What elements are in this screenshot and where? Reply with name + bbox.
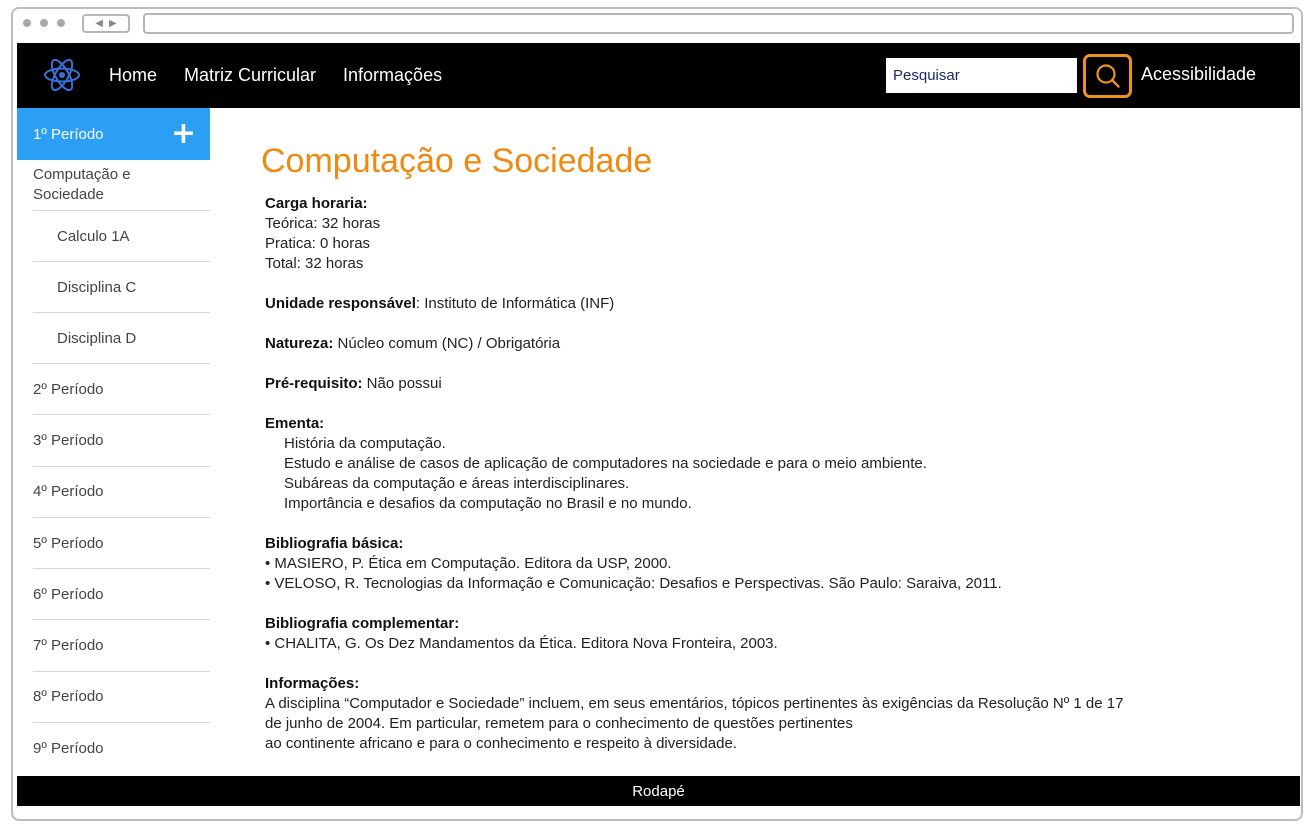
informacoes-line: ao continente africano e para o conhecim… [265, 735, 737, 752]
sidebar-period-6[interactable]: 6º Período [33, 569, 210, 621]
nav-informacoes[interactable]: Informações [343, 65, 442, 86]
sidebar-period-8[interactable]: 8º Período [33, 672, 210, 724]
prereq-label: Pré-requisito: [265, 375, 363, 392]
bibliografia-basica-item: • MASIERO, P. Ética em Computação. Edito… [265, 555, 672, 572]
sidebar-item-label: Disciplina D [57, 329, 137, 347]
carga-label: Carga horaria: [265, 195, 368, 212]
browser-window: ◀ ▶ Home Matriz Curricular Informações A [11, 7, 1303, 821]
top-navbar: Home Matriz Curricular Informações Acess… [17, 43, 1300, 108]
sidebar: 1º Período + Computação e Sociedade Calc… [17, 108, 210, 774]
sidebar-period-9[interactable]: 9º Período [33, 723, 210, 774]
sidebar-period-label: 1º Período [33, 125, 104, 143]
sidebar-period-7[interactable]: 7º Período [33, 620, 210, 672]
atom-logo-icon[interactable] [41, 55, 83, 95]
sidebar-period-1[interactable]: 1º Período + [17, 108, 210, 160]
informacoes-label: Informações: [265, 675, 360, 692]
prereq-row: Pré-requisito: Não possui [265, 374, 1265, 394]
unidade-label: Unidade responsável [265, 295, 416, 312]
sidebar-period-3[interactable]: 3º Período [33, 415, 210, 467]
window-dot[interactable] [57, 19, 65, 27]
sidebar-item-computacao-e-sociedade[interactable]: Computação e Sociedade [33, 160, 210, 211]
accessibility-link[interactable]: Acessibilidade [1141, 64, 1256, 85]
window-dot[interactable] [40, 19, 48, 27]
bibliografia-basica-label: Bibliografia básica: [265, 535, 404, 552]
back-forward-buttons[interactable]: ◀ ▶ [82, 14, 130, 33]
search-button[interactable] [1083, 54, 1132, 98]
carga-line: Total: 32 horas [265, 255, 364, 272]
sidebar-item-label: Disciplina C [57, 278, 137, 296]
window-dot[interactable] [23, 19, 31, 27]
address-bar[interactable] [143, 13, 1294, 34]
informacoes-line: de junho de 2004. Em particular, remetem… [265, 715, 853, 732]
main-menu: Home Matriz Curricular Informações [109, 65, 442, 86]
natureza-value: Núcleo comum (NC) / Obrigatória [333, 335, 561, 352]
ementa-line: Estudo e análise de casos de aplicação d… [284, 455, 927, 472]
sidebar-period-4[interactable]: 4º Período [33, 467, 210, 518]
natureza-label: Natureza: [265, 335, 334, 352]
unidade-value: : Instituto de Informática (INF) [415, 295, 615, 312]
sidebar-item-disciplina-d[interactable]: Disciplina D [33, 313, 210, 364]
nav-matriz-curricular[interactable]: Matriz Curricular [184, 65, 316, 86]
ementa-line: Subáreas da computação e áreas interdisc… [284, 475, 630, 492]
nav-home[interactable]: Home [109, 65, 157, 86]
informacoes-line: A disciplina “Computador e Sociedade” in… [265, 695, 1124, 712]
natureza-row: Natureza: Núcleo comum (NC) / Obrigatóri… [265, 334, 1265, 354]
bibliografia-complementar-label: Bibliografia complementar: [265, 615, 460, 632]
plus-icon[interactable]: + [171, 119, 196, 149]
course-details: Carga horaria: Teórica: 32 horas Pratica… [265, 194, 1265, 754]
page-title: Computação e Sociedade [261, 142, 653, 180]
sidebar-item-calculo-1a[interactable]: Calculo 1A [33, 211, 210, 262]
ementa-line: Importância e desafios da computação no … [284, 495, 692, 512]
footer-text: Rodapé [632, 782, 685, 800]
sidebar-period-2[interactable]: 2º Período [33, 364, 210, 416]
bibliografia-complementar-item: • CHALITA, G. Os Dez Mandamentos da Étic… [265, 635, 778, 652]
sidebar-period-5[interactable]: 5º Período [33, 518, 210, 570]
ementa-label: Ementa: [265, 415, 325, 432]
course-content: Computação e Sociedade Carga horaria: Te… [261, 142, 1265, 754]
sidebar-item-label: Calculo 1A [57, 227, 130, 245]
unidade-row: Unidade responsável: Instituto de Inform… [265, 294, 1265, 314]
back-arrow-icon[interactable]: ◀ [95, 18, 103, 29]
browser-chrome: ◀ ▶ [13, 9, 1301, 43]
sidebar-item-disciplina-c[interactable]: Disciplina C [33, 262, 210, 313]
carga-line: Pratica: 0 horas [265, 235, 371, 252]
carga-line: Teórica: 32 horas [265, 215, 381, 232]
prereq-value: Não possui [362, 375, 442, 392]
ementa-line: História da computação. [284, 435, 446, 452]
bibliografia-basica-item: • VELOSO, R. Tecnologias da Informação e… [265, 575, 1002, 592]
footer: Rodapé [17, 776, 1300, 806]
sidebar-item-label: Computação e Sociedade [33, 165, 131, 203]
search-input[interactable] [886, 58, 1077, 93]
forward-arrow-icon[interactable]: ▶ [109, 18, 117, 29]
search-icon [1095, 64, 1120, 88]
period-1-course-list: Computação e Sociedade Calculo 1A Discip… [33, 160, 210, 364]
